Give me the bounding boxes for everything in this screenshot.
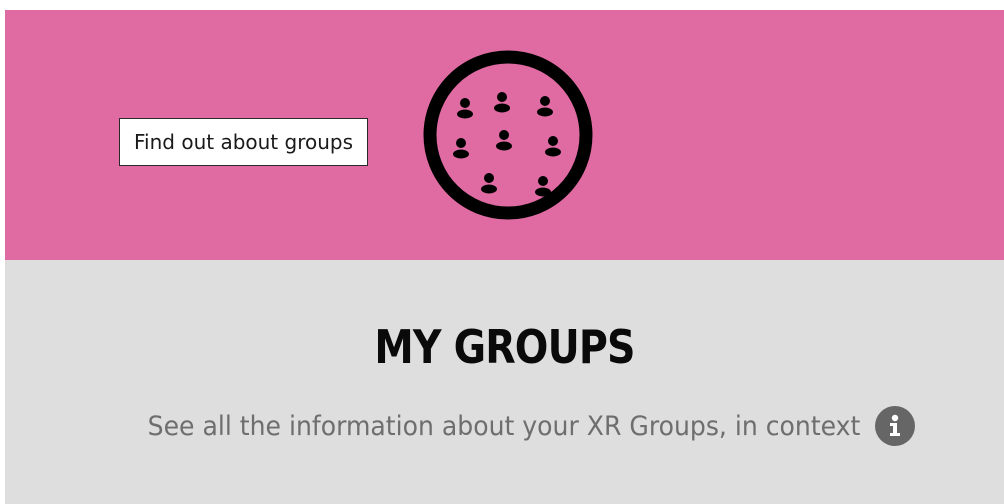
my-groups-section: MY GROUPS See all the information about … [5,260,1004,504]
people-circle-icon[interactable] [423,50,593,220]
info-icon[interactable] [874,406,915,446]
subtitle-text: See all the information about your XR Gr… [147,410,861,442]
groups-banner[interactable]: Find out about groups [5,10,1004,260]
page: Find out about groups MY GROUPS See all … [0,0,1004,504]
page-title: MY GROUPS [374,320,635,374]
subtitle-row: See all the information about your XR Gr… [5,406,1004,446]
find-out-about-groups-tooltip: Find out about groups [119,118,369,166]
info-glyph-icon [889,414,900,436]
